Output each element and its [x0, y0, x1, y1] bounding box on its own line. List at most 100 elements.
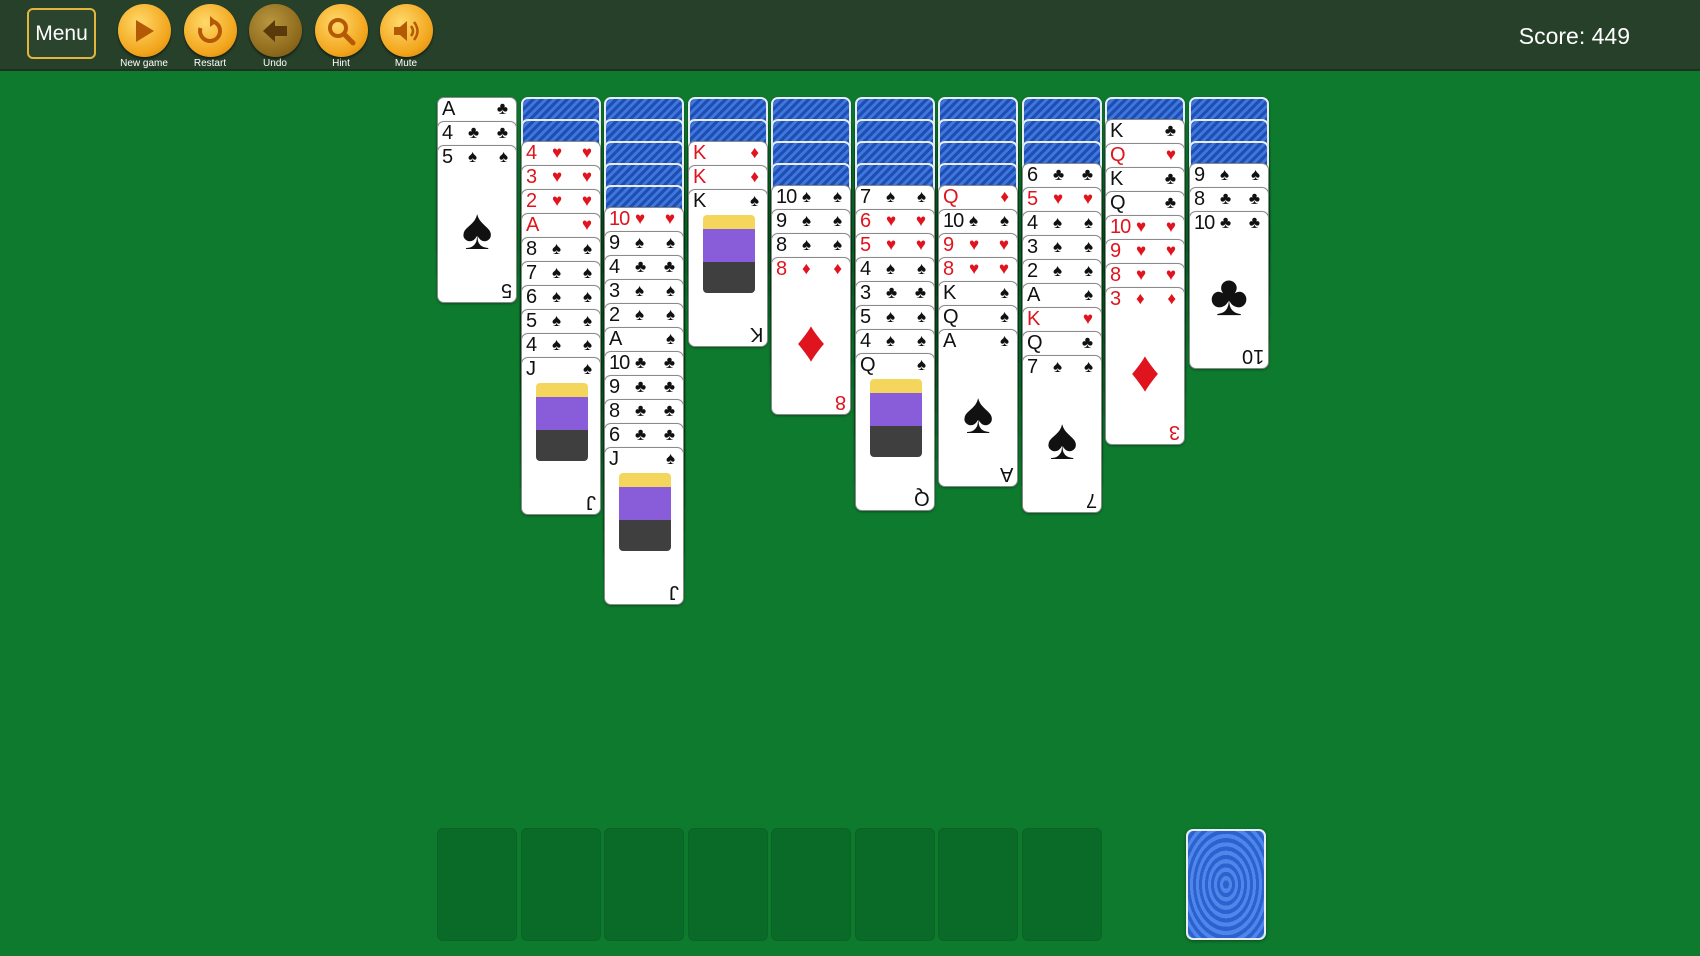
playing-card[interactable]: 7 ♠ ♠ ♠ 7: [1022, 355, 1102, 513]
card-suit-icon: ♠: [1083, 237, 1093, 256]
card-suit-icon: ♠: [552, 311, 562, 330]
playing-card[interactable]: 3 ♦ ♦ ♦ 3: [1105, 287, 1185, 445]
card-rank: K: [943, 282, 956, 304]
card-suit-icon: ♠: [582, 311, 592, 330]
card-rank: Q: [1110, 192, 1126, 214]
card-rank: 6: [860, 210, 871, 232]
card-rank: A: [442, 98, 455, 120]
new-game-button[interactable]: New game: [114, 4, 174, 69]
card-suit-icon: ♠: [886, 307, 896, 326]
card-rank: Q: [860, 354, 876, 376]
card-suit-icon: ♥: [969, 235, 980, 254]
card-rank: K: [693, 190, 706, 212]
card-rank: 10: [1194, 212, 1215, 234]
card-suit-icon: ♠: [582, 359, 592, 378]
card-rank: 4: [526, 334, 537, 356]
card-suit-icon: ♠: [802, 235, 812, 254]
restart-button[interactable]: Restart: [180, 4, 240, 69]
card-rank: 3: [1110, 288, 1121, 310]
card-suit-icon: ♣: [1220, 213, 1232, 232]
card-suit-icon: ♥: [581, 143, 592, 162]
playing-card[interactable]: 8 ♦ ♦ ♦ 8: [771, 257, 851, 415]
card-suit-icon: ♥: [1165, 241, 1176, 260]
card-suit-icon: ♠: [665, 329, 675, 348]
card-rank: 2: [526, 190, 537, 212]
playing-card[interactable]: J ♠ J: [521, 357, 601, 515]
card-rank: 5: [860, 234, 871, 256]
court-figure-icon: [870, 379, 922, 457]
card-rank-bottom: A: [999, 463, 1013, 485]
card-rank: 6: [1027, 164, 1038, 186]
card-suit-icon: ♣: [663, 377, 675, 396]
undo-label: Undo: [263, 58, 287, 69]
card-rank: K: [693, 166, 706, 188]
card-rank: K: [1110, 120, 1123, 142]
card-center-suit-icon: ♠: [962, 381, 994, 446]
mute-button[interactable]: Mute: [376, 4, 436, 69]
card-suit-icon: ♣: [886, 283, 898, 302]
card-rank: 4: [860, 258, 871, 280]
playing-card[interactable]: 5 ♠ ♠ ♠ 5: [437, 145, 517, 303]
card-suit-icon: ♣: [635, 257, 647, 276]
card-rank: 3: [1027, 236, 1038, 258]
playing-card[interactable]: Q ♠ Q: [855, 353, 935, 511]
card-center-suit-icon: ♠: [461, 197, 493, 262]
card-suit-icon: ♠: [665, 281, 675, 300]
card-rank: K: [1027, 308, 1040, 330]
card-rank: 7: [1027, 356, 1038, 378]
card-suit-icon: ♣: [468, 123, 480, 142]
card-suit-icon: ♣: [663, 425, 675, 444]
card-suit-icon: ♦: [833, 259, 842, 278]
card-rank: Q: [943, 306, 959, 328]
foundation-slot: [855, 828, 935, 941]
card-center-suit-icon: ♦: [1130, 339, 1160, 404]
card-suit-icon: ♥: [1082, 189, 1093, 208]
card-suit-icon: ♥: [1165, 265, 1176, 284]
foundation-slot: [1022, 828, 1102, 941]
restart-icon: [183, 4, 237, 57]
card-suit-icon: ♣: [914, 283, 926, 302]
card-suit-icon: ♣: [635, 353, 647, 372]
card-rank: 4: [526, 142, 537, 164]
card-suit-icon: ♠: [999, 283, 1009, 302]
card-rank-bottom: 5: [500, 279, 512, 301]
card-rank: 9: [776, 210, 787, 232]
card-center-suit-icon: ♠: [1046, 407, 1078, 472]
card-rank: 8: [776, 258, 787, 280]
card-rank: 5: [442, 146, 453, 168]
card-suit-icon: ♠: [635, 281, 645, 300]
menu-button[interactable]: Menu: [27, 8, 96, 59]
card-rank-bottom: J: [586, 491, 596, 513]
playing-card[interactable]: K ♠ K: [688, 189, 768, 347]
foundation-slot: [437, 828, 517, 941]
card-suit-icon: ♥: [552, 191, 563, 210]
card-rank-bottom: 10: [1241, 345, 1264, 367]
card-suit-icon: ♠: [886, 187, 896, 206]
card-suit-icon: ♠: [1053, 213, 1063, 232]
card-rank: 8: [526, 238, 537, 260]
card-suit-icon: ♥: [552, 143, 563, 162]
playing-card[interactable]: 10 ♣ ♣ ♣ 10: [1189, 211, 1269, 369]
card-suit-icon: ♠: [802, 211, 812, 230]
card-suit-icon: ♠: [886, 259, 896, 278]
card-rank: 4: [609, 256, 620, 278]
card-rank: 8: [1110, 264, 1121, 286]
undo-button[interactable]: Undo: [245, 4, 305, 69]
card-suit-icon: ♠: [999, 211, 1009, 230]
card-suit-icon: ♥: [886, 235, 897, 254]
playing-card[interactable]: J ♠ J: [604, 447, 684, 605]
card-suit-icon: ♠: [1220, 165, 1230, 184]
card-suit-icon: ♠: [498, 147, 508, 166]
card-suit-icon: ♠: [1083, 285, 1093, 304]
card-suit-icon: ♠: [582, 287, 592, 306]
card-suit-icon: ♠: [832, 235, 842, 254]
playing-card[interactable]: A ♠ ♠ A: [938, 329, 1018, 487]
hint-button[interactable]: Hint: [311, 4, 371, 69]
card-suit-icon: ♥: [998, 259, 1009, 278]
card-suit-icon: ♠: [1083, 261, 1093, 280]
card-suit-icon: ♠: [582, 239, 592, 258]
card-suit-icon: ♦: [1167, 289, 1176, 308]
stock-pile[interactable]: [1186, 829, 1266, 940]
card-suit-icon: ♥: [915, 235, 926, 254]
card-suit-icon: ♦: [802, 259, 811, 278]
